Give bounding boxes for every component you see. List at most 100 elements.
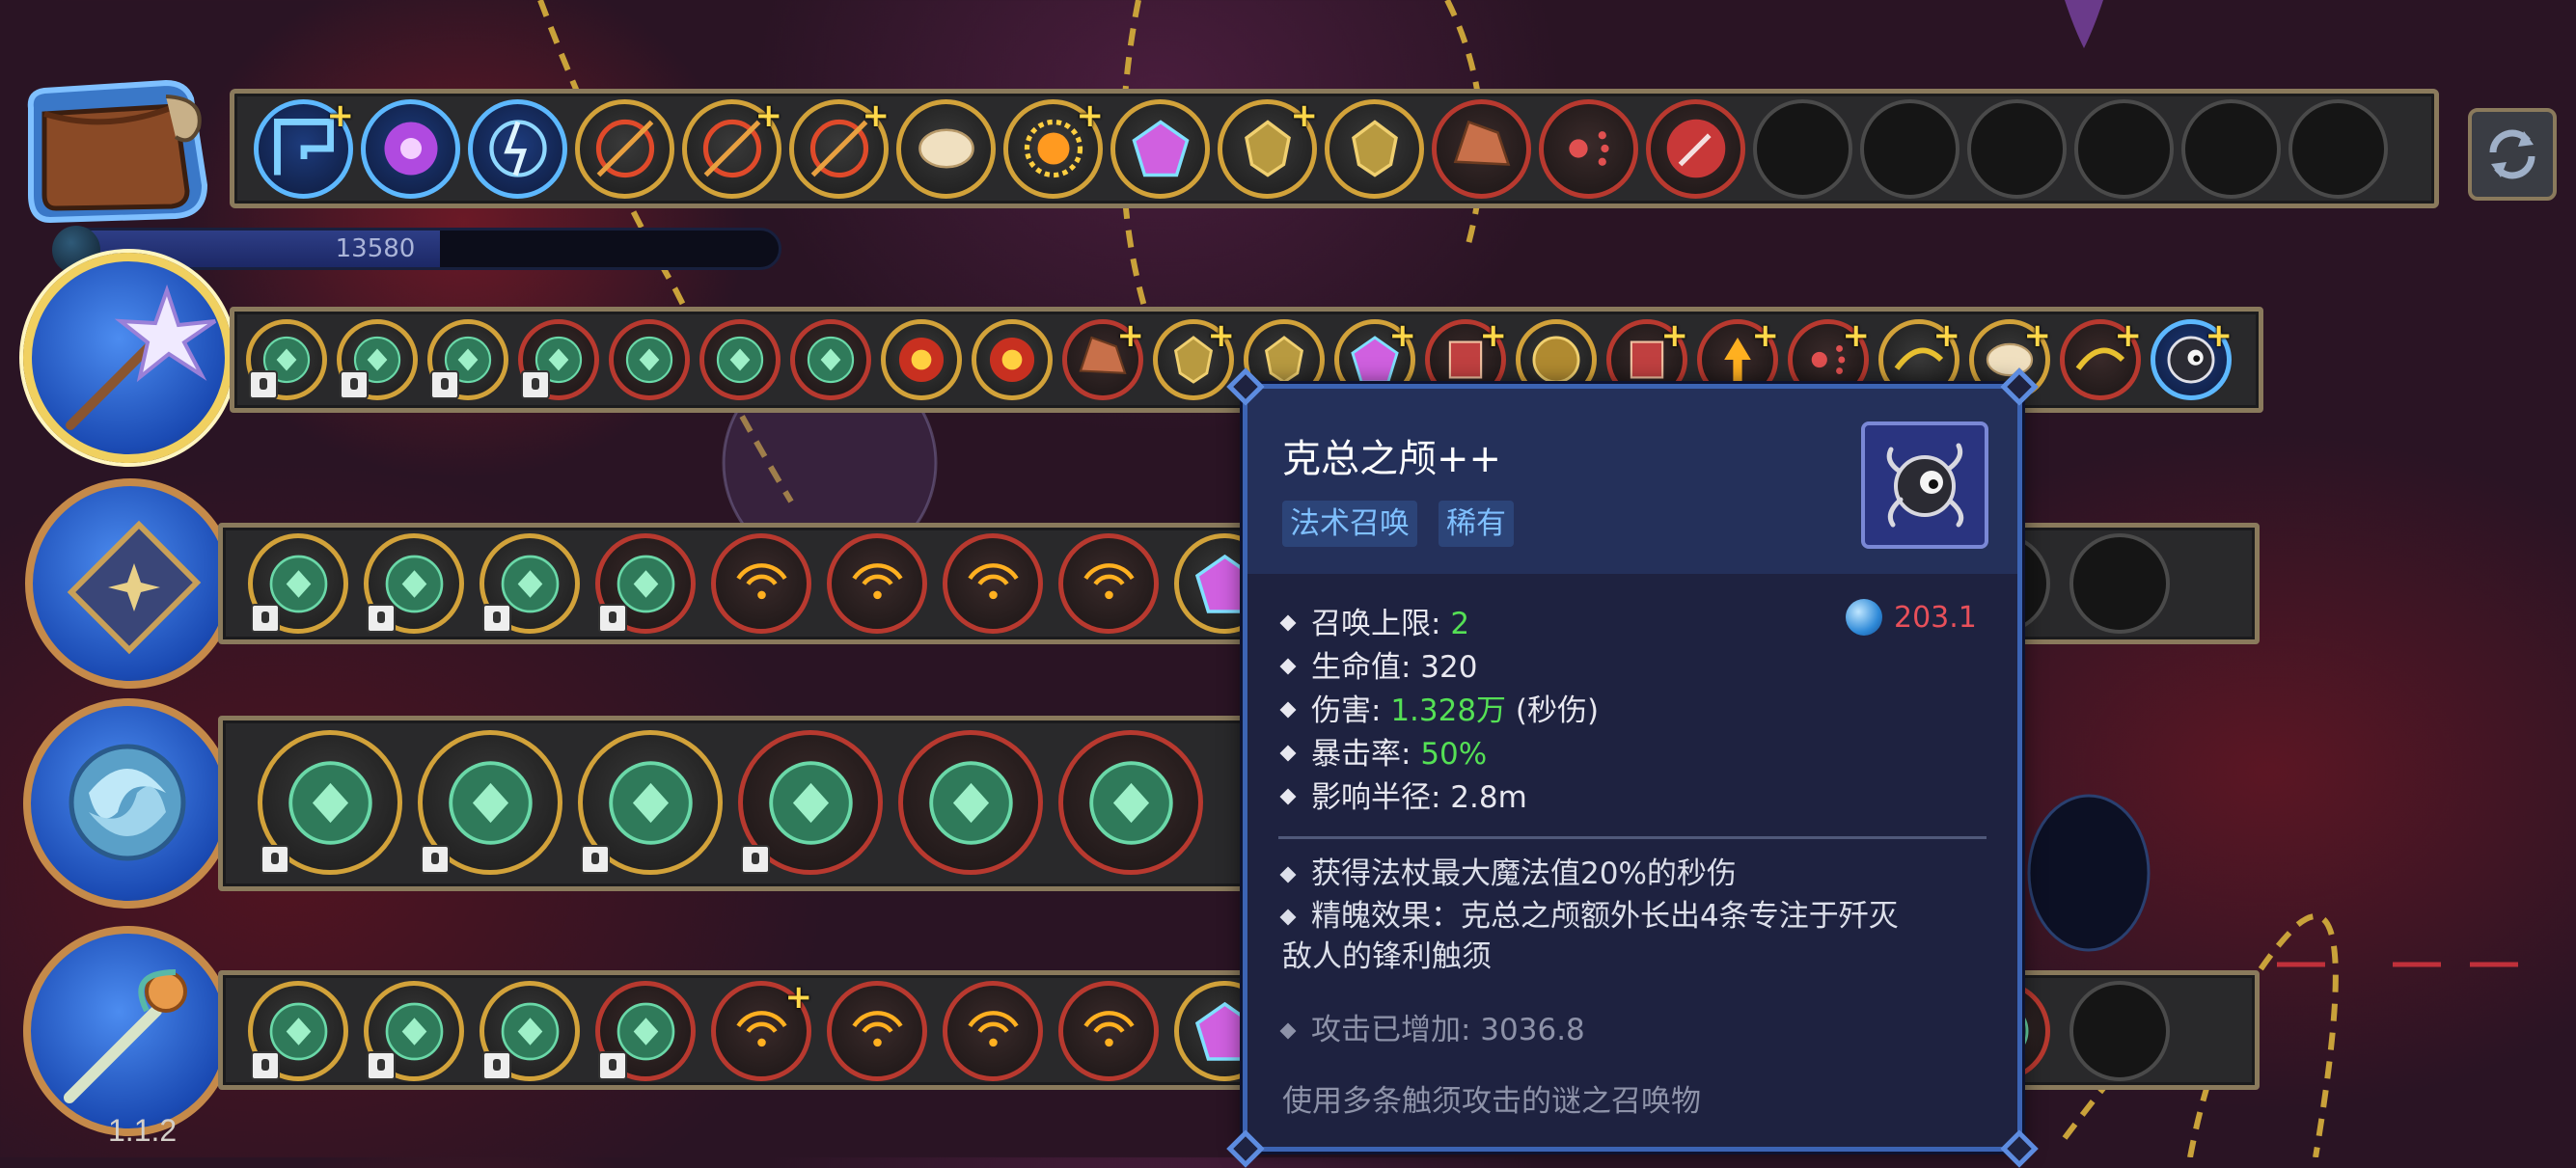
flavor-text: 使用多条触须攻击的谜之召唤物 (1282, 1084, 1701, 1119)
wand-3-vortex-orb-icon[interactable] (23, 698, 233, 909)
wand-spell-slot[interactable] (418, 730, 562, 875)
wand-2-spellbook-icon[interactable] (25, 478, 235, 689)
bullet-icon (1279, 866, 1297, 883)
wand-spell-slot[interactable] (711, 533, 811, 634)
inventory-slot[interactable]: + (254, 96, 354, 199)
bullet-icon (1279, 658, 1297, 674)
wand-spell-slot[interactable] (898, 730, 1043, 875)
inventory-slot[interactable] (1110, 98, 1210, 199)
wand-spell-slot-empty[interactable] (2069, 981, 2170, 1081)
bread-icon (905, 107, 988, 190)
wand-spell-slot[interactable] (943, 533, 1043, 634)
inventory-slot-empty[interactable] (2074, 98, 2174, 199)
wand-spell-slot[interactable] (248, 533, 348, 634)
wand-spell-slot[interactable] (595, 981, 696, 1081)
inventory-slot-empty[interactable] (2181, 98, 2281, 199)
wand-spell-slot[interactable] (248, 981, 348, 1081)
inventory-slot-empty[interactable] (1860, 98, 1959, 199)
purple-orb-icon (370, 107, 452, 190)
upgrade-plus-icon: + (1207, 316, 1236, 355)
wand-spell-slot[interactable] (972, 319, 1053, 400)
spell-rarity-tag: 稀有 (1439, 501, 1514, 547)
inventory-slot[interactable] (1539, 98, 1638, 199)
bullet-icon (1279, 701, 1297, 718)
signal-wave-icon (719, 541, 805, 627)
wand-spell-slot[interactable] (480, 981, 580, 1081)
lock-icon (367, 1051, 396, 1080)
inventory-slot-empty[interactable] (1753, 98, 1852, 199)
refresh-button[interactable] (2468, 108, 2557, 201)
signal-wave-icon (835, 989, 920, 1074)
lock-icon (340, 370, 369, 399)
wand-spell-slot[interactable] (258, 730, 402, 875)
wand-spell-slot[interactable] (738, 730, 883, 875)
wand-spell-slot[interactable] (364, 533, 464, 634)
wand-spell-slot[interactable] (480, 533, 580, 634)
wand-spell-slot[interactable] (1058, 730, 1203, 875)
wand-spell-slot[interactable]: + (1153, 316, 1236, 400)
wand-spell-slot[interactable] (790, 319, 871, 400)
wand-spell-slot-empty[interactable] (2069, 533, 2170, 634)
wand-spell-slot[interactable] (1058, 981, 1159, 1081)
green-orb-icon (705, 325, 775, 394)
lock-icon (430, 370, 459, 399)
wand-spell-slot[interactable] (595, 533, 696, 634)
inventory-slot[interactable] (1646, 98, 1745, 199)
lock-icon (581, 845, 610, 874)
magic-wand-icon (1655, 107, 1738, 190)
wand-spell-slot[interactable] (943, 981, 1043, 1081)
wand-spell-slot[interactable]: + (2151, 316, 2233, 400)
inventory-slot[interactable]: + (789, 96, 890, 199)
wand-spell-slot[interactable] (699, 319, 781, 400)
inventory-slot[interactable]: + (682, 96, 782, 199)
wand-spell-slot[interactable] (827, 533, 927, 634)
wand-spell-slot[interactable] (518, 319, 599, 400)
green-orb-icon (796, 325, 865, 394)
wand-spell-slot[interactable] (427, 319, 508, 400)
inventory-slot-empty[interactable] (2288, 98, 2388, 199)
inventory-bag-icon[interactable] (21, 69, 214, 224)
wand-spell-slot[interactable]: + (711, 978, 812, 1081)
signal-wave-icon (950, 541, 1036, 627)
inventory-slot[interactable] (468, 98, 567, 199)
wand-spell-slot[interactable] (1058, 533, 1159, 634)
signal-wave-icon (1066, 541, 1152, 627)
wand-spell-slot[interactable] (827, 981, 927, 1081)
spell-type-tag: 法术召唤 (1282, 501, 1417, 547)
inventory-slot-empty[interactable] (1967, 98, 2067, 199)
tooltip-divider (1278, 836, 1987, 839)
stat-health: 生命值: 320 (1279, 642, 1477, 686)
inventory-slot[interactable] (896, 98, 996, 199)
effect-description: 获得法杖最大魔法值20%的秒伤 (1279, 854, 1987, 894)
wand-3-spell-bar (218, 716, 1287, 891)
mana-cost: 203.1 (1846, 599, 1977, 636)
attack-bonus-text: 攻击已增加: 3036.8 (1279, 1010, 1987, 1050)
wand-spell-slot[interactable] (578, 730, 723, 875)
tooltip-corner (2000, 1129, 2039, 1168)
wand-spell-slot[interactable] (881, 319, 962, 400)
wand-spell-slot[interactable]: + (2060, 316, 2143, 400)
wand-spell-slot[interactable] (364, 981, 464, 1081)
upgrade-plus-icon: + (2114, 316, 2143, 355)
inventory-slot[interactable] (1432, 98, 1531, 199)
inventory-slot[interactable] (1325, 98, 1424, 199)
mana-cost-value: 203.1 (1894, 600, 1977, 635)
lock-icon (251, 604, 280, 633)
wand-spell-slot[interactable] (246, 319, 327, 400)
inventory-slot[interactable] (361, 98, 460, 199)
inventory-slot[interactable]: + (1003, 95, 1105, 199)
upgrade-plus-icon: + (1479, 316, 1508, 355)
spell-tooltip: 克总之颅++ 法术召唤 稀有 203.1 召唤上限: 2 生命值: 320 伤害… (1226, 367, 2039, 1168)
upgrade-plus-icon: + (1076, 95, 1105, 135)
stat-radius: 影响半径: 2.8m (1279, 773, 1527, 816)
inventory-bar: + + + + + (230, 89, 2439, 208)
inventory-slot[interactable] (575, 98, 674, 199)
spell-title: 克总之颅++ (1282, 437, 1502, 481)
inventory-slot[interactable]: + (1218, 96, 1318, 199)
signal-wave-icon (950, 989, 1036, 1074)
wand-spell-slot[interactable]: + (1062, 316, 1144, 400)
wand-spell-slot[interactable] (337, 319, 418, 400)
wand-spell-slot[interactable] (609, 319, 690, 400)
wand-1-star-staff-icon[interactable] (23, 253, 233, 463)
wand-4-orb-staff-icon[interactable] (23, 926, 233, 1136)
